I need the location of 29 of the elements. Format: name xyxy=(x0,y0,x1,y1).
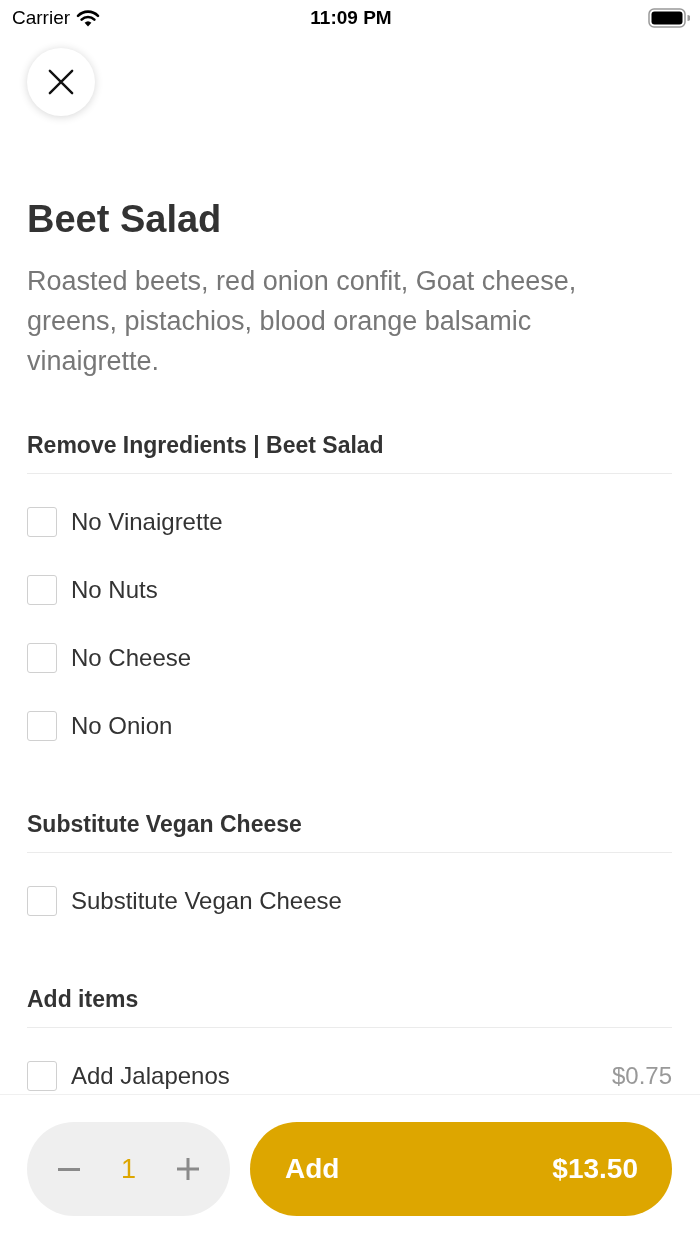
checkbox[interactable] xyxy=(27,575,57,605)
checkbox[interactable] xyxy=(27,507,57,537)
close-button[interactable] xyxy=(27,48,95,116)
carrier-label: Carrier xyxy=(12,7,71,29)
checkbox[interactable] xyxy=(27,711,57,741)
battery-icon xyxy=(648,8,690,28)
item-title: Beet Salad xyxy=(27,197,223,242)
section-heading: Remove Ingredients | Beet Salad xyxy=(27,431,384,460)
section-heading: Substitute Vegan Cheese xyxy=(27,810,302,839)
plus-icon xyxy=(177,1158,199,1180)
checkbox[interactable] xyxy=(27,886,57,916)
minus-icon xyxy=(58,1167,80,1171)
option-label: No Nuts xyxy=(71,576,158,604)
item-description: Roasted beets, red onion confit, Goat cheese, greens, pistachios, blood orange balsamic vinaigrette. xyxy=(27,265,578,378)
option-price: $0.75 xyxy=(611,1062,672,1090)
checkbox[interactable] xyxy=(27,1061,57,1091)
wifi-icon xyxy=(76,9,101,27)
checkbox[interactable] xyxy=(27,643,57,673)
option-label: No Onion xyxy=(71,712,173,740)
option-label: No Cheese xyxy=(71,644,192,672)
option-label: No Vinaigrette xyxy=(71,508,223,536)
option-label: Substitute Vegan Cheese xyxy=(71,887,342,915)
status-time: 11:09 PM xyxy=(310,7,392,29)
order-price: $13.50 xyxy=(552,1153,638,1185)
close-icon xyxy=(48,69,74,95)
option-label: Add Jalapenos xyxy=(71,1062,230,1090)
add-to-order-button[interactable]: Add $13.50 xyxy=(250,1122,672,1216)
section-heading: Add items xyxy=(27,985,139,1014)
quantity-value: 1 xyxy=(121,1153,136,1185)
